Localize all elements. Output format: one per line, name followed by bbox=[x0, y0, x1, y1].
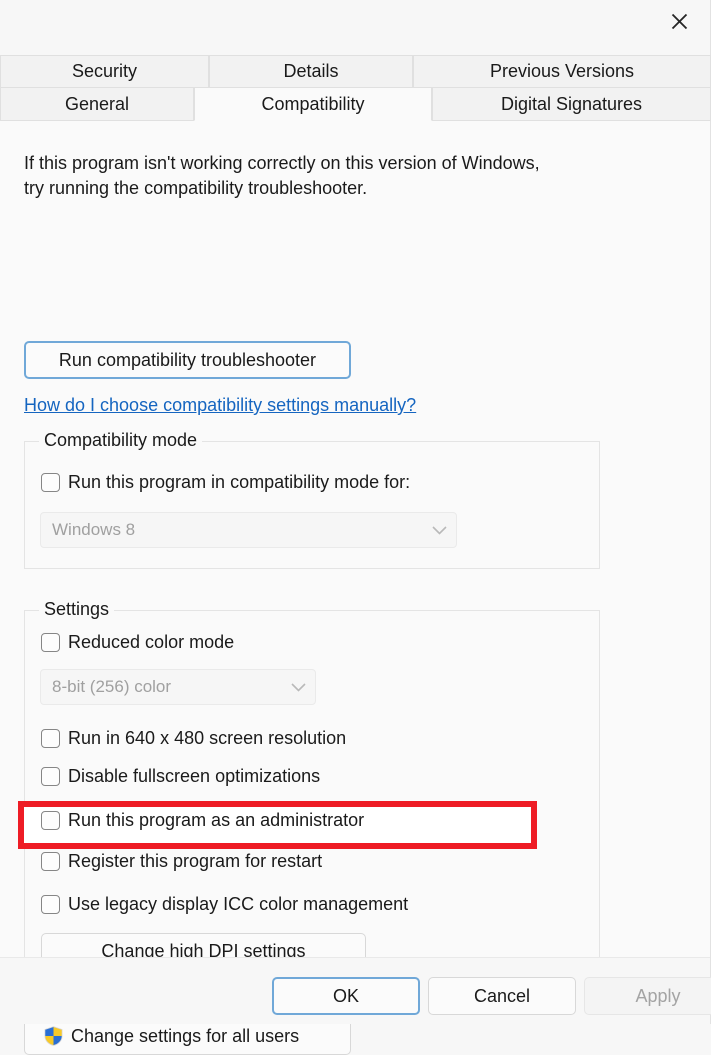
close-icon[interactable] bbox=[656, 4, 702, 38]
group-label: Compatibility mode bbox=[39, 430, 203, 451]
tab-general[interactable]: General bbox=[0, 87, 194, 121]
checkbox-register-for-restart[interactable]: Register this program for restart bbox=[41, 852, 322, 871]
checkbox-label: Disable fullscreen optimizations bbox=[68, 766, 321, 786]
button-label: Change settings for all users bbox=[71, 1025, 300, 1046]
checkbox-box[interactable] bbox=[41, 852, 60, 871]
compatibility-mode-group: Compatibility mode bbox=[24, 430, 600, 569]
checkbox-box[interactable] bbox=[41, 767, 60, 786]
button-label: Cancel bbox=[473, 985, 531, 1006]
dialog-footer: OK Cancel Apply bbox=[0, 957, 711, 1024]
checkbox-box[interactable] bbox=[41, 633, 60, 652]
checkbox-label: Run this program as an administrator bbox=[68, 810, 365, 830]
checkbox-box[interactable] bbox=[41, 729, 60, 748]
checkbox-box[interactable] bbox=[41, 473, 60, 492]
tab-label: Details bbox=[283, 61, 339, 81]
intro-line-2: try running the compatibility troublesho… bbox=[24, 178, 368, 198]
checkbox-disable-fullscreen-optimizations[interactable]: Disable fullscreen optimizations bbox=[41, 767, 320, 786]
checkbox-run-640x480[interactable]: Run in 640 x 480 screen resolution bbox=[41, 729, 346, 748]
compatibility-os-select[interactable]: Windows 8 bbox=[40, 512, 457, 548]
checkbox-label: Run in 640 x 480 screen resolution bbox=[68, 728, 347, 748]
tab-previous-versions[interactable]: Previous Versions bbox=[413, 55, 711, 88]
checkbox-label: Use legacy display ICC color management bbox=[68, 894, 409, 914]
properties-dialog: Security Details Previous Versions Gener… bbox=[0, 0, 711, 1055]
group-label: Settings bbox=[39, 599, 115, 620]
apply-button[interactable]: Apply bbox=[584, 977, 711, 1015]
checkbox-legacy-icc-color-management[interactable]: Use legacy display ICC color management bbox=[41, 895, 408, 914]
tab-strip: Security Details Previous Versions Gener… bbox=[0, 55, 711, 121]
tab-digital-signatures[interactable]: Digital Signatures bbox=[432, 87, 711, 121]
button-label: Run compatibility troubleshooter bbox=[58, 349, 317, 370]
cancel-button[interactable]: Cancel bbox=[428, 977, 576, 1015]
uac-shield-icon bbox=[43, 1026, 64, 1047]
tab-label: General bbox=[64, 93, 130, 114]
tab-compatibility[interactable]: Compatibility bbox=[194, 87, 432, 121]
tab-security[interactable]: Security bbox=[0, 55, 209, 88]
compatibility-tab-panel: If this program isn't working correctly … bbox=[0, 121, 710, 1055]
run-compatibility-troubleshooter-button[interactable]: Run compatibility troubleshooter bbox=[24, 341, 351, 379]
select-value: Windows 8 bbox=[52, 520, 136, 539]
checkbox-label: Reduced color mode bbox=[68, 632, 235, 652]
checkbox-box[interactable] bbox=[41, 895, 60, 914]
tab-label: Compatibility bbox=[261, 93, 365, 114]
button-label: OK bbox=[332, 985, 359, 1006]
title-bar bbox=[0, 0, 710, 55]
button-label: Apply bbox=[635, 985, 681, 1006]
ok-button[interactable]: OK bbox=[272, 977, 420, 1015]
color-depth-select[interactable]: 8-bit (256) color bbox=[40, 669, 316, 705]
checkbox-run-in-compatibility-mode[interactable]: Run this program in compatibility mode f… bbox=[41, 473, 410, 492]
checkbox-box[interactable] bbox=[41, 811, 60, 830]
select-value: 8-bit (256) color bbox=[52, 677, 172, 696]
checkbox-label: Run this program in compatibility mode f… bbox=[68, 472, 411, 492]
intro-line-1: If this program isn't working correctly … bbox=[24, 153, 540, 173]
compatibility-settings-help-link[interactable]: How do I choose compatibility settings m… bbox=[24, 395, 416, 416]
tab-details[interactable]: Details bbox=[209, 55, 413, 88]
intro-text: If this program isn't working correctly … bbox=[24, 151, 624, 201]
tab-label: Digital Signatures bbox=[500, 93, 643, 114]
checkbox-reduced-color-mode[interactable]: Reduced color mode bbox=[41, 633, 234, 652]
chevron-down-icon bbox=[281, 682, 315, 692]
checkbox-run-as-administrator[interactable]: Run this program as an administrator bbox=[41, 811, 364, 830]
chevron-down-icon bbox=[422, 525, 456, 535]
checkbox-label: Register this program for restart bbox=[68, 851, 323, 871]
tab-label: Previous Versions bbox=[489, 61, 635, 81]
tab-label: Security bbox=[71, 61, 138, 81]
settings-group: Settings bbox=[24, 599, 600, 988]
